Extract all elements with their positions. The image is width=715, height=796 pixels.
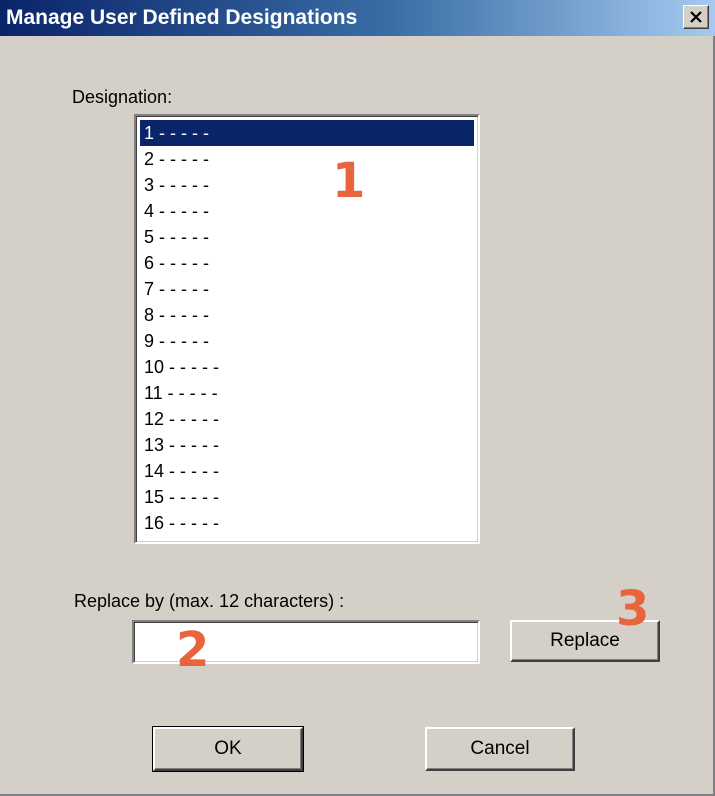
close-icon xyxy=(690,11,702,23)
callout-2: 2 xyxy=(176,622,210,678)
replace-by-label: Replace by (max. 12 characters) : xyxy=(74,591,345,611)
ok-button-label: OK xyxy=(214,738,242,759)
designation-item[interactable]: 3 - - - - - xyxy=(140,172,474,198)
designation-item[interactable]: 15 - - - - - xyxy=(140,484,474,510)
ok-button[interactable]: OK xyxy=(152,726,304,772)
designation-item[interactable]: 9 - - - - - xyxy=(140,328,474,354)
designation-item[interactable]: 4 - - - - - xyxy=(140,198,474,224)
designation-label: Designation: xyxy=(72,87,173,107)
callout-1: 1 xyxy=(332,153,366,209)
designation-item[interactable]: 6 - - - - - xyxy=(140,250,474,276)
designation-item[interactable]: 12 - - - - - xyxy=(140,406,474,432)
designation-item[interactable]: 10 - - - - - xyxy=(140,354,474,380)
callout-3: 3 xyxy=(616,581,650,637)
cancel-button[interactable]: Cancel xyxy=(425,727,575,771)
designation-item[interactable]: 1 - - - - - xyxy=(140,120,474,146)
window-title: Manage User Defined Designations xyxy=(6,6,358,29)
dialog-window: Manage User Defined Designations Designa… xyxy=(0,0,715,796)
designation-item[interactable]: 2 - - - - - xyxy=(140,146,474,172)
close-button[interactable] xyxy=(683,5,709,29)
designation-item[interactable]: 14 - - - - - xyxy=(140,458,474,484)
designation-item[interactable]: 8 - - - - - xyxy=(140,302,474,328)
designation-item[interactable]: 13 - - - - - xyxy=(140,432,474,458)
designation-listbox[interactable]: 1 - - - - -2 - - - - -3 - - - - -4 - - -… xyxy=(134,114,480,544)
designation-list: 1 - - - - -2 - - - - -3 - - - - -4 - - -… xyxy=(140,120,474,536)
designation-item[interactable]: 11 - - - - - xyxy=(140,380,474,406)
cancel-button-label: Cancel xyxy=(470,738,530,759)
replace-button-label: Replace xyxy=(550,630,620,651)
designation-item[interactable]: 16 - - - - - xyxy=(140,510,474,536)
designation-item[interactable]: 5 - - - - - xyxy=(140,224,474,250)
designation-item[interactable]: 7 - - - - - xyxy=(140,276,474,302)
title-bar: Manage User Defined Designations xyxy=(0,0,715,36)
